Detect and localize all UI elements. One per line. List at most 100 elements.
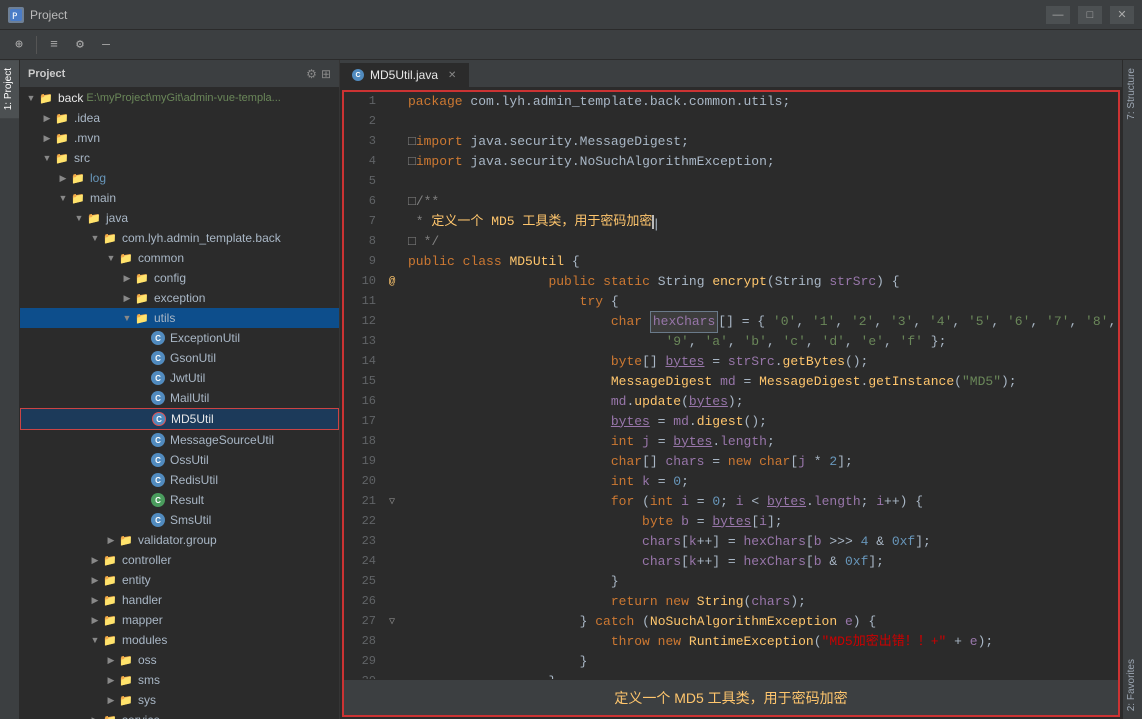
tree-label-mapper: mapper (122, 613, 163, 627)
tab-label: MD5Util.java (370, 68, 438, 82)
linenum-27: 27 (344, 612, 376, 632)
close-button[interactable]: ✕ (1110, 6, 1134, 24)
folder-modules-icon: 📁 (102, 632, 118, 648)
left-side-tabs: 1: Project (0, 60, 20, 719)
java-result-icon: C (150, 492, 166, 508)
maximize-button[interactable]: □ (1078, 6, 1102, 24)
arrow-src: ▼ (40, 153, 54, 163)
tree-item-service[interactable]: ▶ 📁 service (20, 710, 339, 719)
tab-md5util[interactable]: C MD5Util.java ✕ (340, 63, 469, 87)
linenum-17: 17 (344, 412, 376, 432)
tree-label-service: service (122, 713, 160, 719)
linenum-19: 19 (344, 452, 376, 472)
sidebar-tab-favorites[interactable]: 2: Favorites (1123, 651, 1142, 719)
file-tree: ▼ 📁 back E:\myProject\myGit\admin-vue-te… (20, 88, 339, 719)
gear-icon[interactable]: ⚙ (306, 67, 317, 81)
tree-item-jwtutil[interactable]: C JwtUtil (20, 368, 339, 388)
arrow-config: ▶ (120, 273, 134, 284)
linenum-9: 9 (344, 252, 376, 272)
tree-item-mvn[interactable]: ▶ 📁 .mvn (20, 128, 339, 148)
arrow-exception: ▶ (120, 293, 134, 304)
title-text: Project (30, 8, 67, 22)
tree-item-exceptionutil[interactable]: C ExceptionUtil (20, 328, 339, 348)
tree-item-redisutil[interactable]: C RedisUtil (20, 470, 339, 490)
tree-item-config[interactable]: ▶ 📁 config (20, 268, 339, 288)
linenum-6: 6 (344, 192, 376, 212)
tree-item-sys[interactable]: ▶ 📁 sys (20, 690, 339, 710)
linenum-14: 14 (344, 352, 376, 372)
list-icon[interactable]: ≡ (43, 34, 65, 56)
tree-label-mvn: .mvn (74, 131, 100, 145)
tree-item-idea[interactable]: ▶ 📁 .idea (20, 108, 339, 128)
tree-item-controller[interactable]: ▶ 📁 controller (20, 550, 339, 570)
gutter-10: @ (384, 272, 400, 292)
tree-item-entity[interactable]: ▶ 📁 entity (20, 570, 339, 590)
tree-item-utils[interactable]: ▼ 📁 utils (20, 308, 339, 328)
java-jwtutil-icon: C (150, 370, 166, 386)
gutter-24 (384, 552, 400, 572)
tree-item-gsonutil[interactable]: C GsonUtil (20, 348, 339, 368)
code-line-2 (408, 112, 1110, 132)
tree-item-messagesourceutil[interactable]: C MessageSourceUtil (20, 430, 339, 450)
expand-icon[interactable]: ⊞ (321, 67, 331, 81)
linenum-4: 4 (344, 152, 376, 172)
tree-item-mapper[interactable]: ▶ 📁 mapper (20, 610, 339, 630)
tree-label-config: config (154, 271, 186, 285)
sidebar-item-project[interactable]: 1: Project (0, 60, 19, 118)
code-content[interactable]: package com.lyh.admin_template.back.comm… (400, 92, 1118, 679)
tree-item-handler[interactable]: ▶ 📁 handler (20, 590, 339, 610)
tree-label-common: common (138, 251, 184, 265)
settings-icon[interactable]: ⚙ (69, 34, 91, 56)
gutter-30 (384, 672, 400, 679)
code-line-30: } (408, 672, 1110, 679)
folder-utils-icon: 📁 (134, 310, 150, 326)
tree-item-log[interactable]: ▶ 📁 log (20, 168, 339, 188)
tree-item-com[interactable]: ▼ 📁 com.lyh.admin_template.back (20, 228, 339, 248)
tree-item-validator[interactable]: ▶ 📁 validator.group (20, 530, 339, 550)
tree-item-mailutil[interactable]: C MailUtil (20, 388, 339, 408)
tree-item-smsutil[interactable]: C SmsUtil (20, 510, 339, 530)
tree-label-gsonutil: GsonUtil (170, 351, 216, 365)
arrow-modules: ▼ (88, 635, 102, 645)
minimize-button[interactable]: — (1046, 6, 1070, 24)
java-mailutil-icon: C (150, 390, 166, 406)
linenum-3: 3 (344, 132, 376, 152)
arrow-sys: ▶ (104, 695, 118, 706)
tree-label-com: com.lyh.admin_template.back (122, 231, 281, 245)
code-line-8: □ */ (408, 232, 1110, 252)
window-controls[interactable]: — □ ✕ (1046, 6, 1134, 24)
tab-close-icon[interactable]: ✕ (448, 70, 456, 81)
tree-item-java[interactable]: ▼ 📁 java (20, 208, 339, 228)
linenum-25: 25 (344, 572, 376, 592)
code-border: 1 2 3 4 5 6 7 8 9 10 11 12 13 14 (342, 90, 1120, 717)
tree-item-result[interactable]: C Result (20, 490, 339, 510)
right-side-tabs: 7: Structure 2: Favorites (1122, 60, 1142, 719)
folder-service-icon: 📁 (102, 712, 118, 719)
tree-item-sms[interactable]: ▶ 📁 sms (20, 670, 339, 690)
tree-item-exception[interactable]: ▶ 📁 exception (20, 288, 339, 308)
arrow-controller: ▶ (88, 555, 102, 566)
tree-item-modules[interactable]: ▼ 📁 modules (20, 630, 339, 650)
tree-item-md5util[interactable]: C MD5Util (20, 408, 339, 430)
minus-icon[interactable]: — (95, 34, 117, 56)
tree-item-common[interactable]: ▼ 📁 common (20, 248, 339, 268)
linenum-21: 21 (344, 492, 376, 512)
tree-item-src[interactable]: ▼ 📁 src (20, 148, 339, 168)
tree-item-main[interactable]: ▼ 📁 main (20, 188, 339, 208)
tree-label-md5util: MD5Util (171, 412, 214, 426)
code-editor: 1 2 3 4 5 6 7 8 9 10 11 12 13 14 (344, 92, 1118, 679)
tree-item-ossutil[interactable]: C OssUtil (20, 450, 339, 470)
tree-item-back[interactable]: ▼ 📁 back E:\myProject\myGit\admin-vue-te… (20, 88, 339, 108)
folder-config-icon: 📁 (134, 270, 150, 286)
tree-label-result: Result (170, 493, 204, 507)
gutter-26 (384, 592, 400, 612)
tree-label-entity: entity (122, 573, 151, 587)
globe-icon[interactable]: ⊕ (8, 34, 30, 56)
folder-validator-icon: 📁 (118, 532, 134, 548)
tree-label-java: java (106, 211, 128, 225)
folder-controller-icon: 📁 (102, 552, 118, 568)
tree-item-oss[interactable]: ▶ 📁 oss (20, 650, 339, 670)
linenum-13: 13 (344, 332, 376, 352)
sidebar-tab-structure[interactable]: 7: Structure (1123, 60, 1142, 128)
linenum-12: 12 (344, 312, 376, 332)
